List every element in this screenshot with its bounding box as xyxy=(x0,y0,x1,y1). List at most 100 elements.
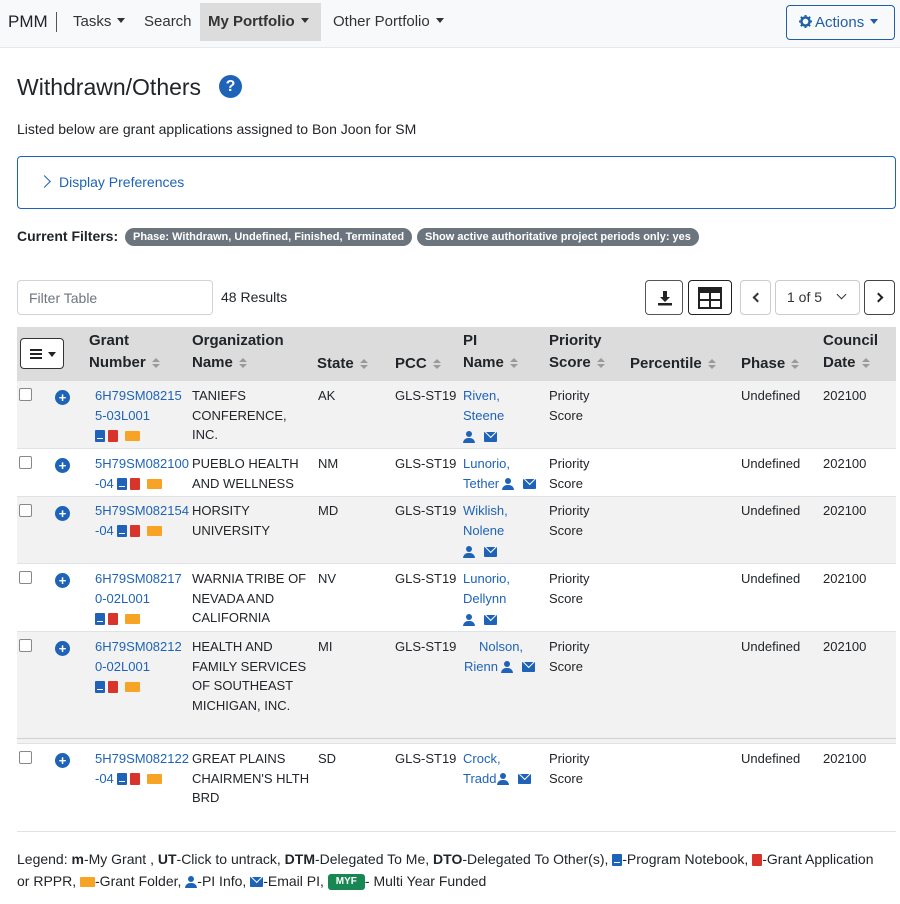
user-icon[interactable] xyxy=(500,661,513,674)
nav-my-portfolio[interactable]: My Portfolio xyxy=(200,3,321,41)
user-icon[interactable] xyxy=(502,478,515,491)
folder-icon[interactable] xyxy=(147,526,163,537)
prev-page-button[interactable] xyxy=(740,280,771,315)
expand-plus-icon[interactable]: + xyxy=(55,390,70,405)
pdf-icon[interactable] xyxy=(130,773,141,786)
expand-plus-icon[interactable]: + xyxy=(55,573,70,588)
organization-name: HEALTH AND FAMILY SERVICES OF SOUTHEAST … xyxy=(192,639,307,713)
question-circle-icon[interactable]: ? xyxy=(219,75,242,98)
pi-name-link[interactable]: Nolson, Rienn xyxy=(464,639,523,674)
grant-icons xyxy=(95,608,143,628)
sort-icon xyxy=(238,357,247,369)
pi-name-link[interactable]: Crock, Tradd xyxy=(463,751,501,786)
folder-icon[interactable] xyxy=(125,681,140,692)
legend-dtm-text: -Delegated To Me, xyxy=(315,851,430,867)
page-subtitle: Listed below are grant applications assi… xyxy=(17,121,417,137)
chevron-left-icon xyxy=(752,292,763,303)
chevron-right-icon xyxy=(38,175,51,188)
envelope-icon[interactable] xyxy=(523,479,537,490)
row-checkbox[interactable] xyxy=(19,751,32,764)
row-checkbox[interactable] xyxy=(19,456,32,469)
row-checkbox[interactable] xyxy=(19,388,32,401)
notebook-icon[interactable] xyxy=(117,525,128,538)
pi-name-link[interactable]: Lunorio, Dellynn xyxy=(463,569,523,608)
pdf-icon[interactable] xyxy=(108,429,118,442)
state-cell: NM xyxy=(318,456,339,471)
pdf-icon[interactable] xyxy=(108,680,118,693)
sort-icon xyxy=(509,357,518,369)
pi-name-link[interactable]: Wiklish, Nolene xyxy=(463,501,513,540)
folder-icon[interactable] xyxy=(147,479,163,490)
nav-my-portfolio-label: My Portfolio xyxy=(208,13,295,30)
pdf-icon[interactable] xyxy=(130,478,141,491)
expand-plus-icon[interactable]: + xyxy=(55,753,70,768)
header-council-date[interactable]: Council Date xyxy=(823,330,878,374)
grant-number-link[interactable]: 6H79SM082170-02L001 xyxy=(95,569,185,608)
header-pi-name[interactable]: PI Name xyxy=(463,330,518,374)
grant-number-link[interactable]: 6H79SM082120-02L001 xyxy=(95,637,185,676)
page-select[interactable]: 1 of 5 xyxy=(775,280,860,315)
nav-search[interactable]: Search xyxy=(136,3,200,41)
header-org-line1: Organization xyxy=(192,332,284,349)
notebook-icon[interactable] xyxy=(95,612,105,625)
folder-icon[interactable] xyxy=(125,430,140,441)
download-icon xyxy=(658,291,672,306)
display-preferences-label: Display Preferences xyxy=(59,174,185,190)
grant-number-link[interactable]: 5H79SM082100-04 xyxy=(95,456,189,491)
notebook-icon[interactable] xyxy=(117,773,128,786)
organization-name: PUEBLO HEALTH AND WELLNESS xyxy=(192,456,299,491)
folder-icon[interactable] xyxy=(125,613,140,624)
brand-logo[interactable]: PMM xyxy=(8,12,57,32)
row-checkbox[interactable] xyxy=(19,571,32,584)
expand-plus-icon[interactable]: + xyxy=(55,641,70,656)
notebook-icon[interactable] xyxy=(95,429,105,442)
user-icon[interactable] xyxy=(463,430,475,443)
grant-number-link[interactable]: 5H79SM082154-04 xyxy=(95,503,189,538)
envelope-icon[interactable] xyxy=(484,546,497,557)
column-menu-button[interactable] xyxy=(20,338,64,369)
table-view-button[interactable] xyxy=(688,280,732,315)
pdf-icon[interactable] xyxy=(108,612,118,625)
header-phase[interactable]: Phase xyxy=(741,353,800,375)
header-percentile[interactable]: Percentile xyxy=(630,353,716,375)
nav-other-portfolio[interactable]: Other Portfolio xyxy=(325,3,452,41)
row-checkbox[interactable] xyxy=(19,639,32,652)
filter-badge-phase: Phase: Withdrawn, Undefined, Finished, T… xyxy=(125,228,413,246)
envelope-icon[interactable] xyxy=(484,431,497,442)
header-pcc[interactable]: PCC xyxy=(395,353,441,375)
filter-table-input[interactable] xyxy=(17,280,213,315)
user-icon[interactable] xyxy=(497,773,510,786)
grant-cell: 5H79SM082154-04 xyxy=(95,501,190,540)
grant-number-link[interactable]: 6H79SM082155-03L001 xyxy=(95,386,185,425)
display-preferences-panel[interactable]: Display Preferences xyxy=(17,156,896,209)
envelope-icon[interactable] xyxy=(484,614,497,625)
grant-number-link[interactable]: 5H79SM082122-04 xyxy=(95,751,189,786)
legend: Legend: m-My Grant , UT-Click to untrack… xyxy=(17,848,887,892)
folder-icon[interactable] xyxy=(147,774,163,785)
user-icon[interactable] xyxy=(463,613,475,626)
expand-plus-icon[interactable]: + xyxy=(55,458,70,473)
download-button[interactable] xyxy=(645,280,683,315)
sort-icon xyxy=(359,358,368,370)
header-state[interactable]: State xyxy=(317,353,368,375)
header-organization-name[interactable]: Organization Name xyxy=(192,330,284,374)
chevron-down-icon xyxy=(48,352,56,357)
nav-tasks[interactable]: Tasks xyxy=(65,3,133,41)
notebook-icon[interactable] xyxy=(95,680,105,693)
user-icon[interactable] xyxy=(463,545,475,558)
expand-plus-icon[interactable]: + xyxy=(55,506,70,521)
council-date-cell: 202100 xyxy=(823,751,867,766)
next-page-button[interactable] xyxy=(864,280,895,315)
legend-divider xyxy=(17,831,896,832)
header-grant-number[interactable]: Grant Number xyxy=(89,330,160,374)
header-priority-score[interactable]: Priority Score xyxy=(549,330,605,374)
envelope-icon[interactable] xyxy=(518,774,532,785)
notebook-icon[interactable] xyxy=(117,478,128,491)
row-checkbox[interactable] xyxy=(19,504,32,517)
chevron-down-icon xyxy=(435,18,444,24)
pdf-icon[interactable] xyxy=(130,525,141,538)
envelope-icon[interactable] xyxy=(521,662,535,673)
pi-name-link[interactable]: Riven, Steene xyxy=(463,386,513,425)
actions-button[interactable]: Actions xyxy=(786,5,895,40)
phase-cell: Undefined xyxy=(741,456,801,471)
